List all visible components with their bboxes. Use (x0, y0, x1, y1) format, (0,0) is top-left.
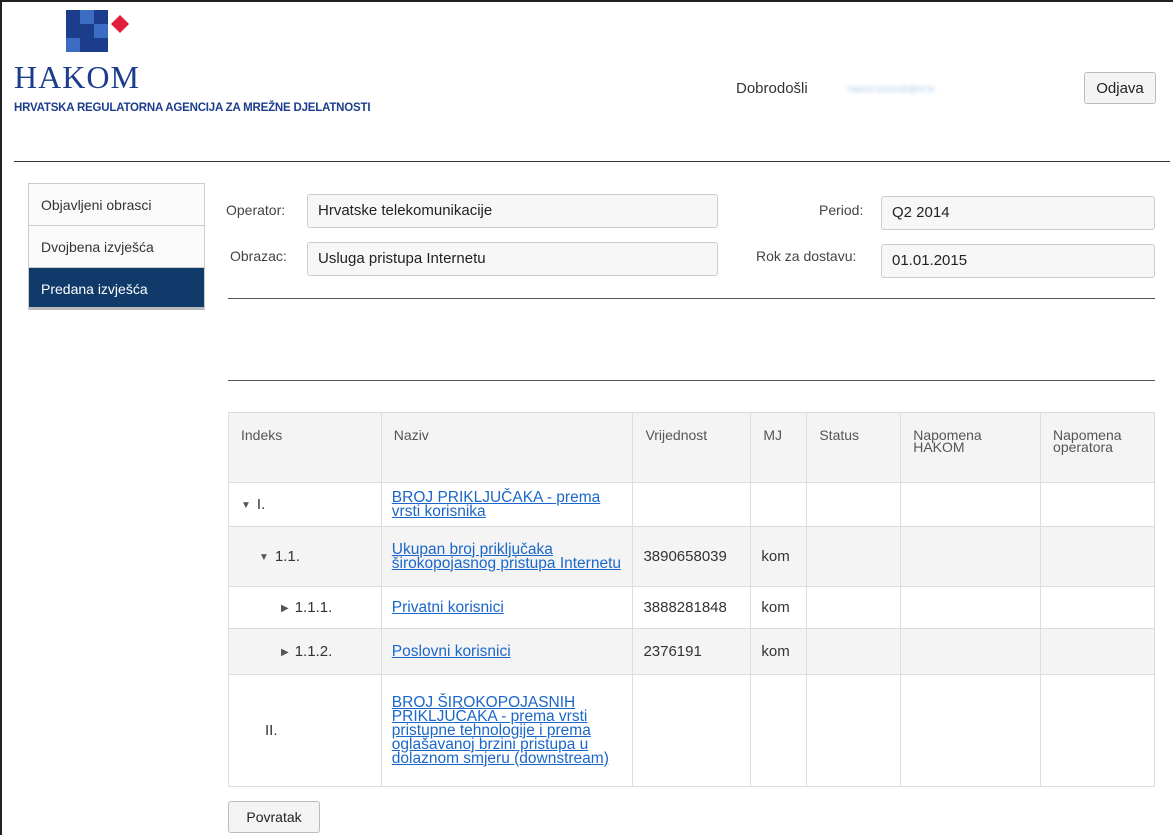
sidebar-item-submitted-reports[interactable]: Predana izvješća (29, 268, 204, 310)
row-status (806, 526, 902, 587)
row-note-operator (1040, 482, 1155, 527)
operator-label: Operator: (226, 202, 286, 218)
table-row: ▼ 1.1. Ukupan broj priključaka širokopoja… (228, 526, 1155, 587)
col-header-note-hakom: Napomena HAKOM (900, 412, 1042, 483)
table-row: ▼ I. BROJ PRIKLJUČAKA - prema vrsti koris… (228, 482, 1155, 527)
form-field: Usluga pristupa Internetu (307, 242, 718, 276)
row-note-hakom (900, 586, 1042, 629)
row-note-hakom (900, 628, 1042, 675)
row-note-hakom (900, 526, 1042, 587)
welcome-text: Dobrodošli (736, 80, 808, 97)
row-index: I. (256, 496, 266, 513)
table-row: ▶ 1.1.1. Privatni korisnici 3888281848 ko… (228, 586, 1155, 629)
hakom-logo-icon (66, 10, 129, 52)
row-name-link[interactable]: Privatni korisnici (392, 599, 623, 615)
row-note-operator (1040, 674, 1155, 787)
table-row: II. BROJ ŠIROKOPOJASNIH PRIKLJUČAKA - pr… (228, 674, 1155, 787)
row-status (806, 628, 902, 675)
expand-caret-icon[interactable]: ▶ (281, 647, 289, 658)
user-email: hakom.korisnik@ht.hr (848, 84, 936, 94)
row-note-operator (1040, 586, 1155, 629)
col-header-value: Vrijednost (632, 412, 752, 483)
row-note-hakom (900, 674, 1042, 787)
logo-subtitle: HRVATSKA REGULATORNA AGENCIJA ZA MREŽNE … (14, 102, 371, 114)
row-name-link[interactable]: BROJ ŠIROKOPOJASNIH PRIKLJUČAKA - prema … (392, 694, 623, 766)
deadline-label: Rok za dostavu: (756, 248, 857, 264)
form-label: Obrazac: (230, 248, 287, 264)
collapse-caret-icon[interactable]: ▼ (259, 552, 269, 563)
sidebar-nav: Objavljeni obrasci Dvojbena izvješća Pre… (28, 183, 205, 310)
table-divider (228, 380, 1155, 381)
period-label: Period: (819, 202, 864, 218)
table-row: ▶ 1.1.2. Poslovni korisnici 2376191 kom (228, 628, 1155, 675)
col-header-unit: MJ (750, 412, 808, 483)
form-divider (228, 298, 1155, 299)
row-index: 1.1.1. (294, 599, 333, 616)
sidebar-item-disputed-reports[interactable]: Dvojbena izvješća (29, 226, 204, 268)
deadline-field: 01.01.2015 (881, 244, 1155, 278)
report-table: Indeks Naziv Vrijednost MJ Status Napome… (228, 412, 1155, 787)
col-header-status: Status (806, 412, 902, 483)
row-unit (750, 482, 808, 527)
row-value (632, 482, 752, 527)
row-index: 1.1. (274, 548, 300, 565)
header-divider (14, 161, 1170, 162)
row-unit: kom (750, 586, 808, 629)
row-unit: kom (750, 526, 808, 587)
row-status (806, 674, 902, 787)
row-note-operator (1040, 628, 1155, 675)
row-value: 3890658039 (632, 526, 752, 587)
sidebar-item-published-forms[interactable]: Objavljeni obrasci (29, 184, 204, 226)
row-index: II. (265, 722, 278, 739)
row-unit: kom (750, 628, 808, 675)
logo-text: HAKOM (14, 59, 140, 95)
row-status (806, 586, 902, 629)
row-name-link[interactable]: Ukupan broj priključaka širokopojasnog p… (392, 541, 623, 571)
row-name-link[interactable]: BROJ PRIKLJUČAKA - prema vrsti korisnika (392, 489, 623, 519)
col-header-name: Naziv (380, 412, 634, 483)
row-note-operator (1040, 526, 1155, 587)
period-field: Q2 2014 (881, 196, 1155, 230)
row-value: 3888281848 (632, 586, 752, 629)
row-name-link[interactable]: Poslovni korisnici (392, 643, 623, 659)
col-header-index: Indeks (228, 412, 382, 483)
row-note-hakom (900, 482, 1042, 527)
row-status (806, 482, 902, 527)
expand-caret-icon[interactable]: ▶ (281, 603, 289, 614)
row-index: 1.1.2. (294, 643, 333, 660)
row-value (632, 674, 752, 787)
row-value: 2376191 (632, 628, 752, 675)
col-header-note-operator: Napomena operatora (1040, 412, 1155, 483)
operator-field: Hrvatske telekomunikacije (307, 194, 718, 228)
collapse-caret-icon[interactable]: ▼ (241, 500, 251, 511)
row-unit (750, 674, 808, 787)
back-button[interactable]: Povratak (228, 801, 320, 833)
logout-button[interactable]: Odjava (1084, 72, 1156, 104)
